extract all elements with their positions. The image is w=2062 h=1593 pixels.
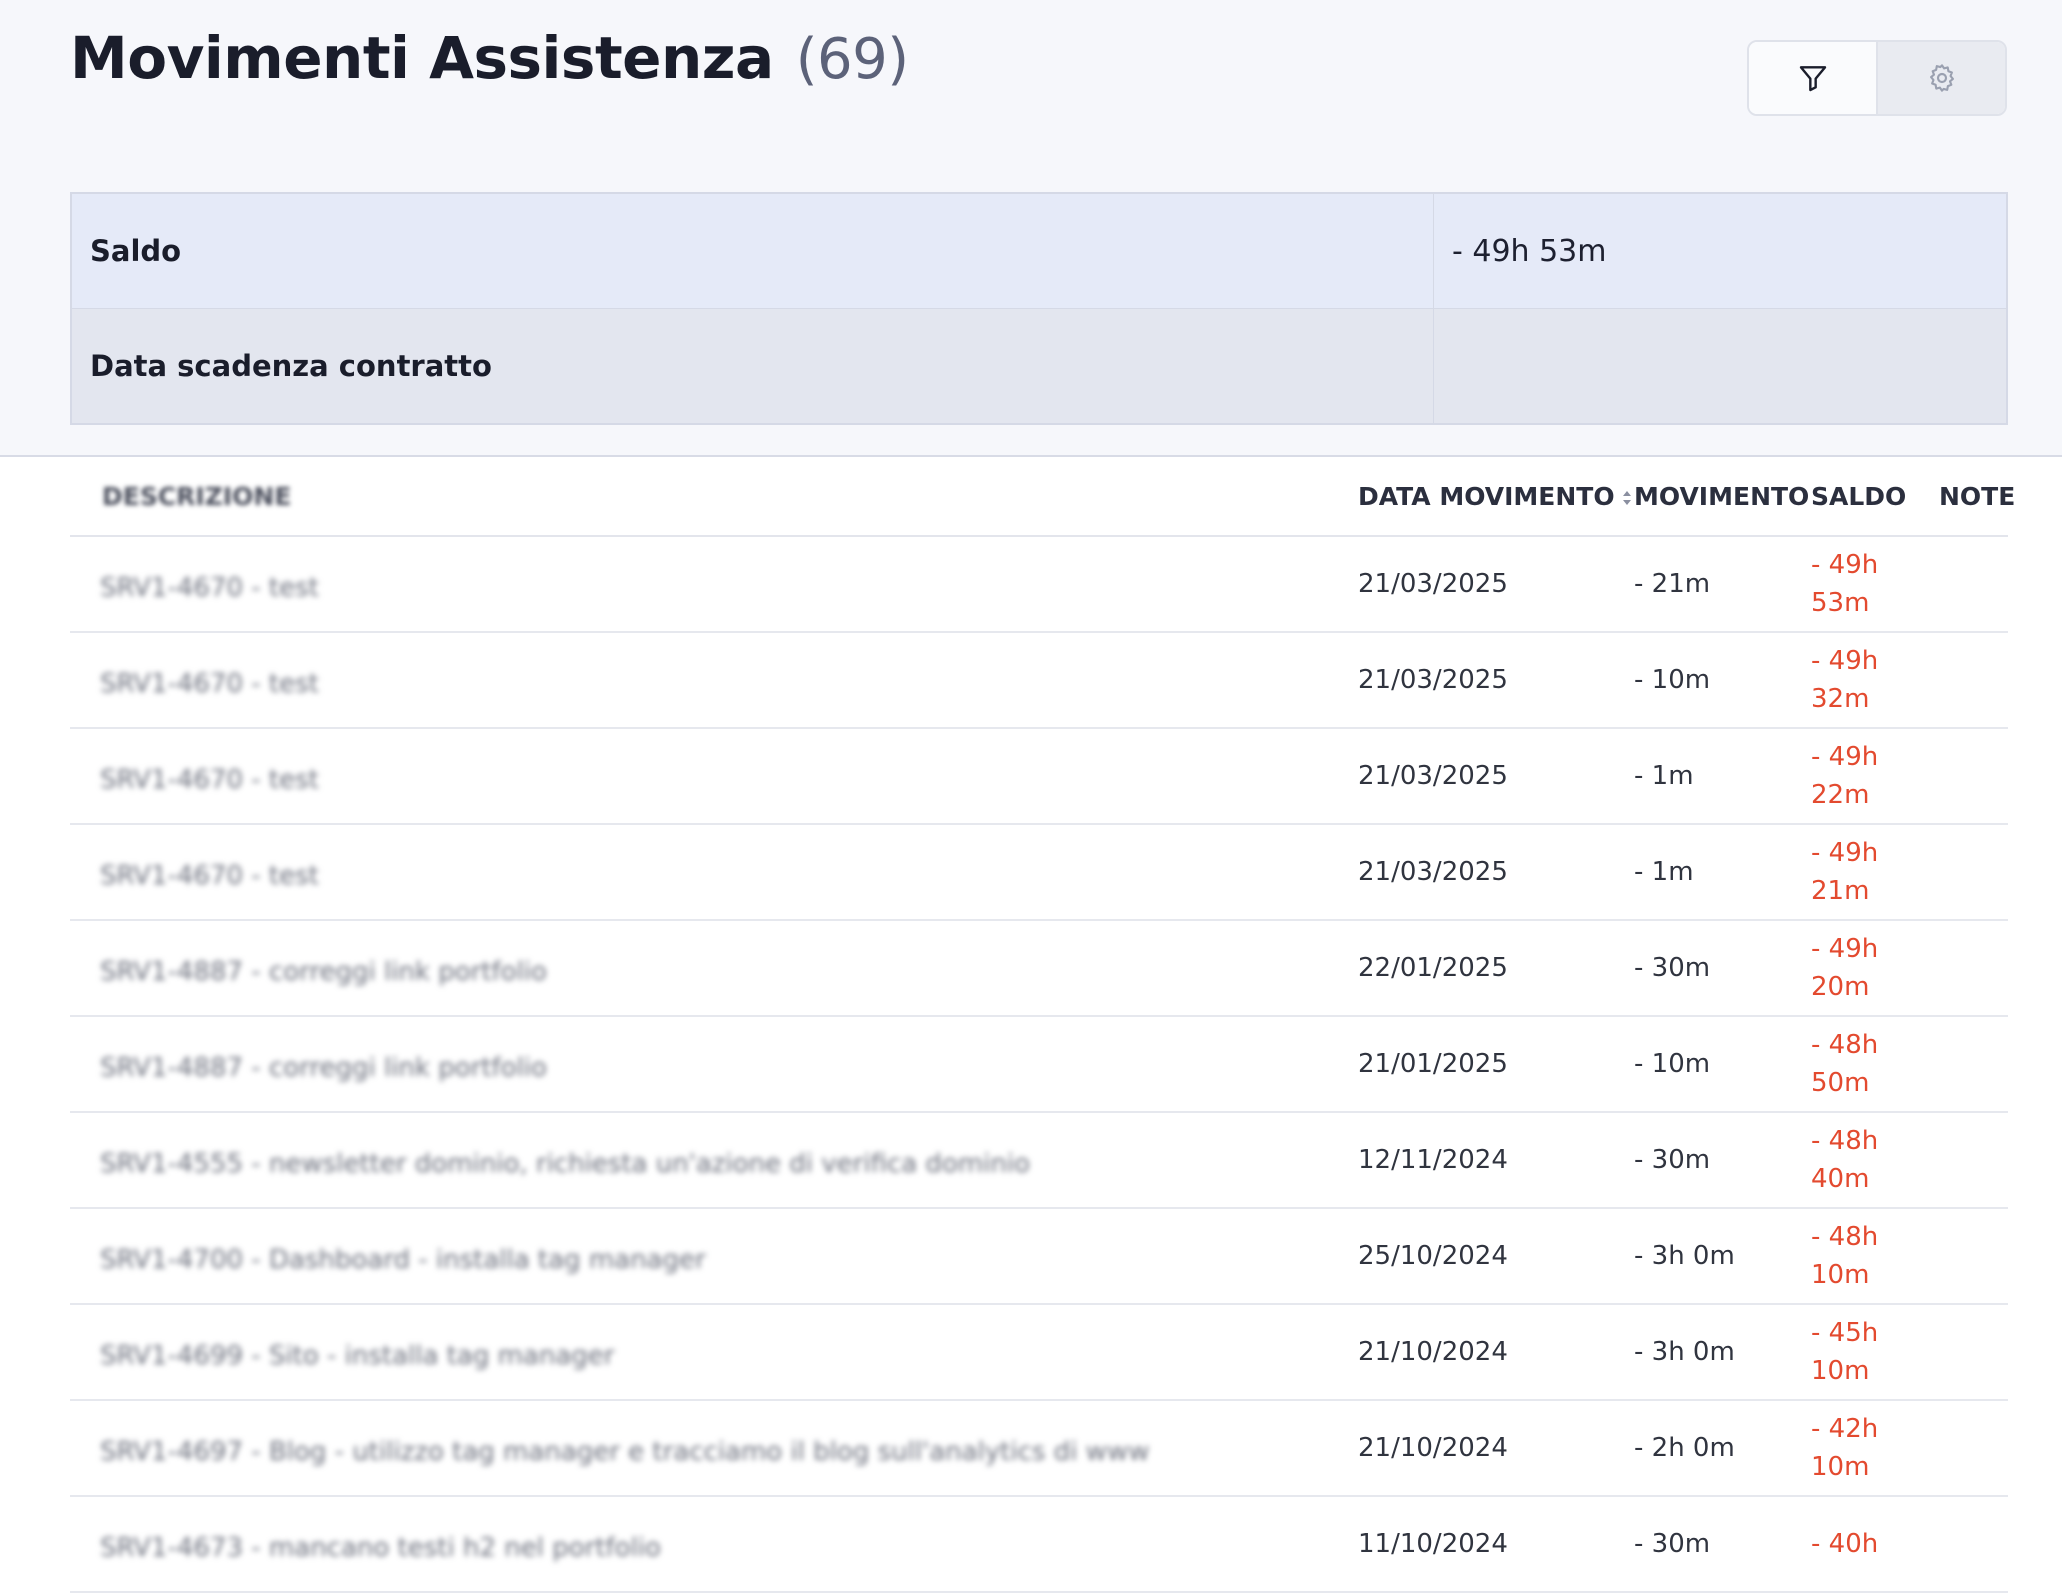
- row-movement: - 1m: [1634, 761, 1694, 791]
- row-date: 25/10/2024: [1358, 1241, 1508, 1271]
- filter-icon: [1799, 66, 1826, 92]
- row-date: 21/03/2025: [1358, 665, 1508, 695]
- filter-button[interactable]: [1749, 42, 1878, 114]
- table-row[interactable]: SRV1-4670 - test 21/03/2025 - 1m - 49h 22…: [70, 729, 2008, 825]
- row-date: 21/01/2025: [1358, 1049, 1508, 1079]
- row-date: 21/10/2024: [1358, 1337, 1508, 1367]
- row-date: 21/03/2025: [1358, 761, 1508, 791]
- row-balance-hours: - 49h: [1811, 646, 1879, 676]
- row-balance: - 48h 40m: [1811, 1122, 1939, 1198]
- summary-row-saldo: Saldo - 49h 53m: [72, 194, 2006, 309]
- row-balance-minutes: 40m: [1811, 1164, 1870, 1194]
- table-row[interactable]: SRV1-4670 - test 21/03/2025 - 10m - 49h 3…: [70, 633, 2008, 729]
- row-balance: - 45h 10m: [1811, 1314, 1939, 1390]
- row-description: SRV1-4670 - test: [100, 573, 319, 603]
- row-balance-hours: - 48h: [1811, 1030, 1879, 1060]
- movements-table: DESCRIZIONE DATA MOVIMENTO MOVIMENTO SAL…: [70, 457, 2015, 1593]
- row-balance-minutes: 50m: [1811, 1068, 1870, 1098]
- row-movement: - 2h 0m: [1634, 1433, 1735, 1463]
- summary-value: - 49h 53m: [1452, 233, 1607, 269]
- row-balance-hours: - 42h: [1811, 1414, 1879, 1444]
- summary-label: Data scadenza contratto: [72, 309, 1434, 423]
- summary-table: Saldo - 49h 53m Data scadenza contratto: [70, 192, 2008, 425]
- row-description: SRV1-4670 - test: [100, 669, 319, 699]
- row-balance: - 42h 10m: [1811, 1410, 1939, 1486]
- table-row[interactable]: SRV1-4887 - correggi link portfolio 21/0…: [70, 1017, 2008, 1113]
- row-balance-hours: - 45h: [1811, 1318, 1879, 1348]
- row-date: 21/10/2024: [1358, 1433, 1508, 1463]
- row-movement: - 30m: [1634, 953, 1711, 983]
- row-balance-minutes: 10m: [1811, 1260, 1870, 1290]
- table-row[interactable]: SRV1-4700 - Dashboard - installa tag man…: [70, 1209, 2008, 1305]
- row-description: SRV1-4887 - correggi link portfolio: [100, 957, 547, 987]
- row-balance-minutes: 20m: [1811, 972, 1870, 1002]
- row-description: SRV1-4670 - test: [100, 861, 319, 891]
- row-balance: - 49h 32m: [1811, 642, 1939, 718]
- summary-value: [1434, 309, 2006, 423]
- row-description: SRV1-4555 - newsletter dominio, richiest…: [100, 1149, 1031, 1179]
- page-title-text: Movimenti Assistenza: [70, 24, 774, 92]
- column-header-movement[interactable]: MOVIMENTO: [1634, 482, 1811, 511]
- column-header-date[interactable]: DATA MOVIMENTO: [1358, 482, 1634, 511]
- table-row[interactable]: SRV1-4887 - correggi link portfolio 22/0…: [70, 921, 2008, 1017]
- table-row[interactable]: SRV1-4670 - test 21/03/2025 - 1m - 49h 21…: [70, 825, 2008, 921]
- row-movement: - 10m: [1634, 1049, 1711, 1079]
- row-balance-minutes: 21m: [1811, 876, 1870, 906]
- table-header: DESCRIZIONE DATA MOVIMENTO MOVIMENTO SAL…: [70, 457, 2015, 537]
- sort-icon: [1622, 490, 1631, 505]
- row-balance-hours: - 49h: [1811, 838, 1879, 868]
- row-balance-hours: - 49h: [1811, 550, 1879, 580]
- settings-button[interactable]: [1878, 42, 2005, 114]
- row-description: SRV1-4673 - mancano testi h2 nel portfol…: [100, 1533, 661, 1563]
- row-balance-minutes: 10m: [1811, 1452, 1870, 1482]
- table-row[interactable]: SRV1-4555 - newsletter dominio, richiest…: [70, 1113, 2008, 1209]
- column-header-date-label: DATA MOVIMENTO: [1358, 481, 1615, 511]
- row-balance: - 40h: [1811, 1525, 1939, 1563]
- column-header-description[interactable]: DESCRIZIONE: [70, 482, 1358, 511]
- row-balance-hours: - 49h: [1811, 934, 1879, 964]
- gear-icon: [1929, 64, 1954, 92]
- row-description: SRV1-4700 - Dashboard - installa tag man…: [100, 1245, 706, 1275]
- table-row[interactable]: SRV1-4670 - test 21/03/2025 - 21m - 49h 5…: [70, 537, 2008, 633]
- row-balance-minutes: 32m: [1811, 684, 1870, 714]
- summary-row-contract-expiry: Data scadenza contratto: [72, 309, 2006, 423]
- row-balance: - 49h 20m: [1811, 930, 1939, 1006]
- page-title: Movimenti Assistenza (69): [70, 24, 909, 92]
- record-count: (69): [795, 27, 909, 92]
- row-description: SRV1-4699 - Sito - installa tag manager: [100, 1341, 615, 1371]
- row-balance: - 48h 50m: [1811, 1026, 1939, 1102]
- page-header-area: Movimenti Assistenza (69) Saldo - 49h 53m…: [0, 0, 2062, 457]
- row-balance: - 49h 22m: [1811, 738, 1939, 814]
- table-row[interactable]: SRV1-4697 - Blog - utilizzo tag manager …: [70, 1401, 2008, 1497]
- row-balance-hours: - 48h: [1811, 1126, 1879, 1156]
- row-balance-minutes: 22m: [1811, 780, 1870, 810]
- row-movement: - 3h 0m: [1634, 1241, 1735, 1271]
- table-row[interactable]: SRV1-4699 - Sito - installa tag manager …: [70, 1305, 2008, 1401]
- row-description: SRV1-4887 - correggi link portfolio: [100, 1053, 547, 1083]
- row-balance: - 49h 53m: [1811, 546, 1939, 622]
- row-balance-minutes: 53m: [1811, 588, 1870, 618]
- summary-label: Saldo: [72, 194, 1434, 308]
- table-row[interactable]: SRV1-4673 - mancano testi h2 nel portfol…: [70, 1497, 2008, 1593]
- row-date: 22/01/2025: [1358, 953, 1508, 983]
- row-movement: - 3h 0m: [1634, 1337, 1735, 1367]
- row-description: SRV1-4670 - test: [100, 765, 319, 795]
- row-balance: - 48h 10m: [1811, 1218, 1939, 1294]
- row-date: 21/03/2025: [1358, 569, 1508, 599]
- row-movement: - 30m: [1634, 1145, 1711, 1175]
- row-balance-hours: - 40h: [1811, 1529, 1879, 1559]
- row-balance-minutes: 10m: [1811, 1356, 1870, 1386]
- row-description: SRV1-4697 - Blog - utilizzo tag manager …: [100, 1437, 1150, 1467]
- row-movement: - 1m: [1634, 857, 1694, 887]
- row-movement: - 10m: [1634, 665, 1711, 695]
- row-balance: - 49h 21m: [1811, 834, 1939, 910]
- toolbar-button-group: [1747, 40, 2007, 116]
- row-movement: - 21m: [1634, 569, 1711, 599]
- row-date: 12/11/2024: [1358, 1145, 1508, 1175]
- row-balance-hours: - 48h: [1811, 1222, 1879, 1252]
- row-balance-hours: - 49h: [1811, 742, 1879, 772]
- row-date: 21/03/2025: [1358, 857, 1508, 887]
- column-header-balance[interactable]: SALDO: [1811, 482, 1939, 511]
- column-header-notes[interactable]: NOTE: [1939, 482, 2015, 511]
